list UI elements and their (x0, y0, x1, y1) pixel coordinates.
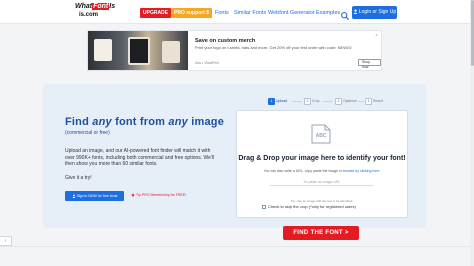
drop-zone-hint: You can also write a URL, copy paste the… (263, 169, 381, 173)
step-upload: 1 Upload (268, 98, 287, 105)
nav-link-similar-fonts[interactable]: Similar Fonts (234, 8, 266, 18)
drop-zone-title: Drag & Drop your image here to identify … (238, 155, 406, 162)
image-url-input[interactable] (270, 178, 374, 186)
user-icon (71, 192, 76, 198)
ad-image (88, 31, 188, 70)
collapse-tab-icon[interactable]: ‹ (0, 236, 12, 246)
browse-link[interactable]: browse by clicking here. (343, 169, 380, 173)
divider (0, 246, 474, 247)
star-icon (131, 193, 135, 197)
find-the-font-button[interactable]: FIND THE FONT > (283, 226, 359, 240)
page-scrollbar[interactable] (470, 0, 474, 266)
logo[interactable]: WhatFontIs is.com (75, 3, 116, 21)
step-result: 4 Result (365, 98, 383, 105)
signin-free-fonts-button[interactable]: Sign in NOW for free fonts (65, 191, 124, 201)
page-subheadline: (commercial or free) (65, 130, 110, 136)
checkbox-box[interactable] (262, 205, 266, 209)
scrollbar-thumb[interactable] (470, 0, 474, 66)
step-crop: 2 Crop (304, 98, 320, 105)
login-signup-button[interactable]: Login or Sign Up (352, 6, 397, 19)
step-optimize: 3 Optimize (335, 98, 357, 105)
ad-shop-button[interactable]: Shop now (358, 59, 381, 69)
nav-link-examples[interactable]: Examples (316, 8, 340, 18)
search-icon[interactable] (340, 8, 350, 21)
ad-close-icon[interactable]: × (374, 32, 379, 37)
ad-title: Save on custom merch (195, 38, 256, 44)
user-icon (353, 7, 358, 14)
upgrade-button[interactable]: UPGRADE (140, 8, 172, 18)
logo-line2: is.com (79, 12, 99, 18)
advertisement-banner[interactable]: Save on custom merch Print your logo on … (87, 30, 382, 71)
try-it-text: Give it a try! (65, 175, 92, 181)
intro-paragraph: Upload an image, and our AI-powered font… (65, 148, 215, 167)
ad-text: Print your logo on t-shirts, hats and mo… (195, 45, 352, 50)
svg-text:ABC: ABC (316, 133, 327, 139)
signin-label: Sign in NOW for free fonts (76, 194, 118, 198)
pro-link-label: Try PRO Membership for FREE! (136, 193, 187, 197)
page-headline: Find any font from any image (65, 116, 225, 128)
pro-support-button[interactable]: PRO support $ (171, 8, 213, 18)
logo-line1: WhatFontIs (75, 3, 116, 10)
pro-membership-link[interactable]: Try PRO Membership for FREE! (131, 193, 186, 197)
top-navbar: WhatFontIs is.com UPGRADE PRO support $ … (0, 0, 474, 24)
nav-link-fonts[interactable]: Fonts (215, 8, 229, 18)
login-label: Login or Sign Up (358, 9, 397, 15)
upload-tip: Tip: Use an image with the text to be id… (290, 199, 354, 203)
skip-crop-checkbox[interactable]: Check to skip the crop (*only for regist… (262, 204, 356, 209)
upload-steps: 1 Upload 2 Crop 3 Optimize 4 Result (268, 98, 388, 106)
skip-crop-label: Check to skip the crop (*only for regist… (268, 204, 356, 209)
image-upload-icon: ABC (309, 124, 334, 144)
ad-source: Ads • VistaPrint (195, 61, 220, 65)
nav-link-webfont-generator[interactable]: Webfont Generator (268, 8, 315, 18)
